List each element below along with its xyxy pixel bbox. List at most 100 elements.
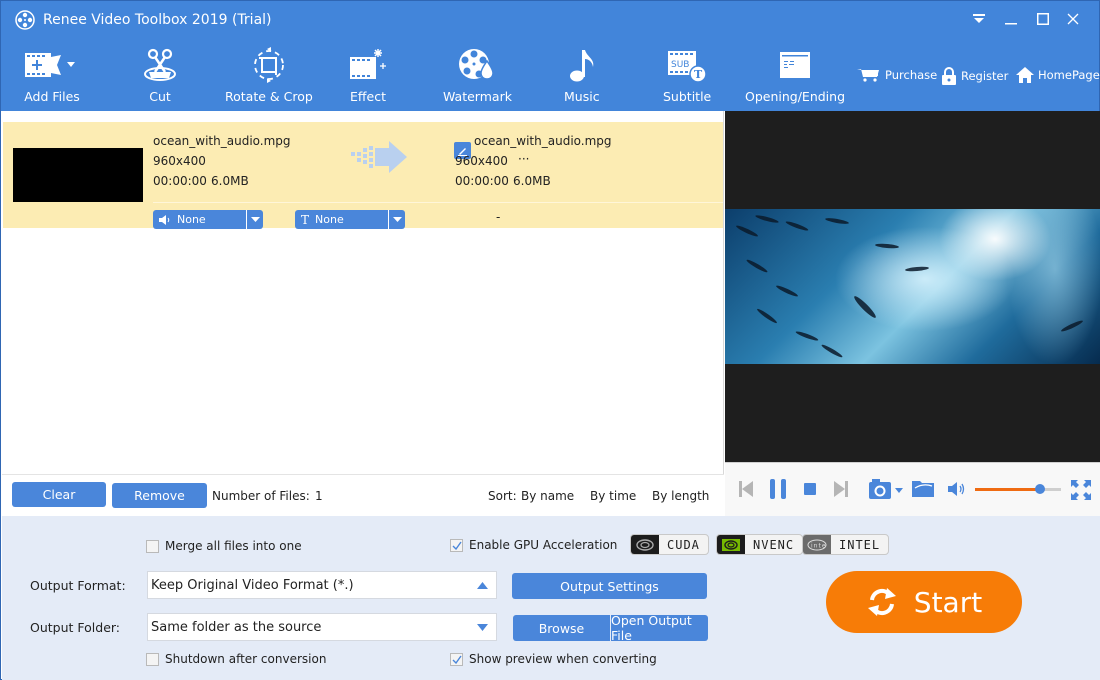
output-settings-button[interactable]: Output Settings	[512, 573, 707, 599]
source-filename: ocean_with_audio.mpg	[153, 134, 291, 148]
sort-by-length[interactable]: By length	[652, 489, 709, 503]
volume-slider[interactable]	[975, 484, 1061, 494]
close-button[interactable]	[1060, 7, 1086, 31]
fish-shape	[904, 265, 930, 273]
minimize-button[interactable]	[998, 7, 1024, 31]
output-folder-select[interactable]: Same folder as the source	[147, 613, 497, 641]
start-button[interactable]: Start	[826, 571, 1022, 633]
file-list-item[interactable]: ocean_with_audio.mpg 960x400 00:00:00 6.…	[3, 122, 723, 229]
source-duration: 00:00:00	[153, 174, 207, 188]
checkmark-icon	[452, 655, 462, 664]
sort-by-name[interactable]: By name	[521, 489, 574, 503]
merge-files-checkbox[interactable]: Merge all files into one	[146, 539, 302, 553]
minimize-icon	[1005, 23, 1017, 25]
nvidia-logo-icon	[722, 538, 740, 551]
fish-shape	[745, 258, 769, 274]
checkmark-icon	[452, 541, 462, 550]
register-link[interactable]: Register	[941, 67, 1008, 85]
file-count-label: Number of Files:	[212, 489, 310, 503]
sort-by-time[interactable]: By time	[590, 489, 636, 503]
svg-text:intel: intel	[811, 542, 827, 549]
watermark-icon	[459, 49, 495, 80]
app-window: Renee Video Toolbox 2019 (Trial) Add Fil…	[0, 0, 1100, 680]
window-title: Renee Video Toolbox 2019 (Trial)	[43, 12, 272, 28]
purchase-label: Purchase	[885, 68, 938, 82]
show-preview-label: Show preview when converting	[469, 652, 657, 666]
audio-track-dropdown[interactable]: None	[153, 210, 263, 229]
show-preview-checkbox[interactable]: Show preview when converting	[450, 652, 657, 666]
purchase-link[interactable]: Purchase	[857, 67, 937, 83]
opening-ending-icon	[780, 52, 810, 78]
home-icon	[1016, 67, 1034, 83]
svg-text:SUB: SUB	[671, 60, 689, 70]
open-output-file-button[interactable]: Open Output File	[611, 613, 708, 643]
stop-icon[interactable]	[804, 483, 816, 495]
video-thumbnail[interactable]	[13, 148, 143, 202]
output-folder-label: Output Folder:	[30, 620, 121, 635]
volume-slider-handle[interactable]	[1034, 484, 1045, 494]
output-extra-value: -	[496, 210, 501, 224]
gpu-acceleration-checkbox[interactable]: Enable GPU Acceleration	[450, 538, 617, 552]
fullscreen-icon[interactable]	[1071, 480, 1091, 500]
browse-button[interactable]: Browse	[513, 615, 610, 641]
fish-shape	[795, 330, 819, 342]
remove-button[interactable]: Remove	[112, 483, 207, 508]
player-controls	[725, 462, 1100, 516]
fish-shape	[820, 343, 844, 359]
menu-dropdown-icon	[973, 14, 985, 23]
volume-icon[interactable]	[948, 482, 966, 496]
toolbar-label: Rotate & Crop	[225, 89, 313, 104]
video-frame	[725, 209, 1100, 364]
output-format-label: Output Format:	[30, 578, 126, 593]
toolbar-subtitle[interactable]: SUB T Subtitle	[663, 45, 711, 104]
output-format-select[interactable]: Keep Original Video Format (*.)	[147, 571, 497, 599]
menu-dropdown-button[interactable]	[966, 7, 992, 31]
fish-shape	[754, 213, 780, 225]
maximize-icon	[1037, 13, 1049, 25]
shutdown-after-conversion-checkbox[interactable]: Shutdown after conversion	[146, 652, 326, 666]
previous-icon[interactable]	[739, 480, 753, 498]
effect-icon	[350, 49, 386, 79]
toolbar-label: Opening/Ending	[745, 89, 846, 104]
toolbar-label: Add Files	[24, 89, 80, 104]
checkbox-box	[146, 539, 159, 553]
homepage-link[interactable]: HomePage	[1016, 67, 1100, 83]
film-reel-logo-icon	[15, 10, 35, 30]
nvidia-logo-icon	[636, 538, 654, 551]
toolbar-cut[interactable]: Cut	[143, 45, 177, 104]
source-resolution: 960x400	[153, 154, 206, 168]
output-more-info[interactable]: ···	[518, 152, 529, 166]
toolbar-effect[interactable]: Effect	[348, 45, 388, 104]
fish-shape	[874, 242, 900, 250]
clear-button[interactable]: Clear	[12, 482, 106, 507]
snapshot-camera-icon[interactable]	[868, 478, 906, 500]
subtitle-icon: SUB T	[668, 51, 707, 83]
speaker-icon	[159, 214, 170, 225]
toolbar-opening-ending[interactable]: Opening/Ending	[745, 45, 845, 104]
output-folder-value: Same folder as the source	[151, 619, 322, 635]
pause-icon[interactable]	[769, 479, 787, 499]
volume-slider-fill	[975, 488, 1040, 491]
output-filename: ocean_with_audio.mpg	[474, 134, 612, 148]
toolbar-music[interactable]: Music	[564, 45, 600, 104]
shutdown-label: Shutdown after conversion	[165, 652, 327, 666]
toolbar-watermark[interactable]: Watermark	[443, 45, 512, 104]
gpu-acceleration-label: Enable GPU Acceleration	[469, 538, 618, 552]
nvenc-badge: NVENC	[716, 534, 804, 555]
next-icon[interactable]	[834, 480, 848, 498]
subtitle-track-dropdown[interactable]: T None	[295, 210, 405, 229]
output-duration: 00:00:00	[455, 174, 509, 188]
toolbar-label: Music	[564, 89, 600, 104]
output-resolution: 960x400	[455, 154, 508, 168]
source-size: 6.0MB	[211, 174, 249, 188]
toolbar-add-files[interactable]: Add Files	[23, 45, 81, 104]
open-folder-icon[interactable]	[912, 479, 934, 497]
homepage-label: HomePage	[1038, 68, 1100, 82]
toolbar-label: Watermark	[443, 89, 512, 104]
toolbar-rotate-crop[interactable]: Rotate & Crop	[225, 45, 313, 104]
merge-files-label: Merge all files into one	[165, 539, 302, 553]
intel-logo-icon: intel	[807, 539, 827, 550]
maximize-button[interactable]	[1030, 7, 1056, 31]
sort-label: Sort:	[488, 489, 517, 503]
fish-shape	[756, 307, 778, 325]
